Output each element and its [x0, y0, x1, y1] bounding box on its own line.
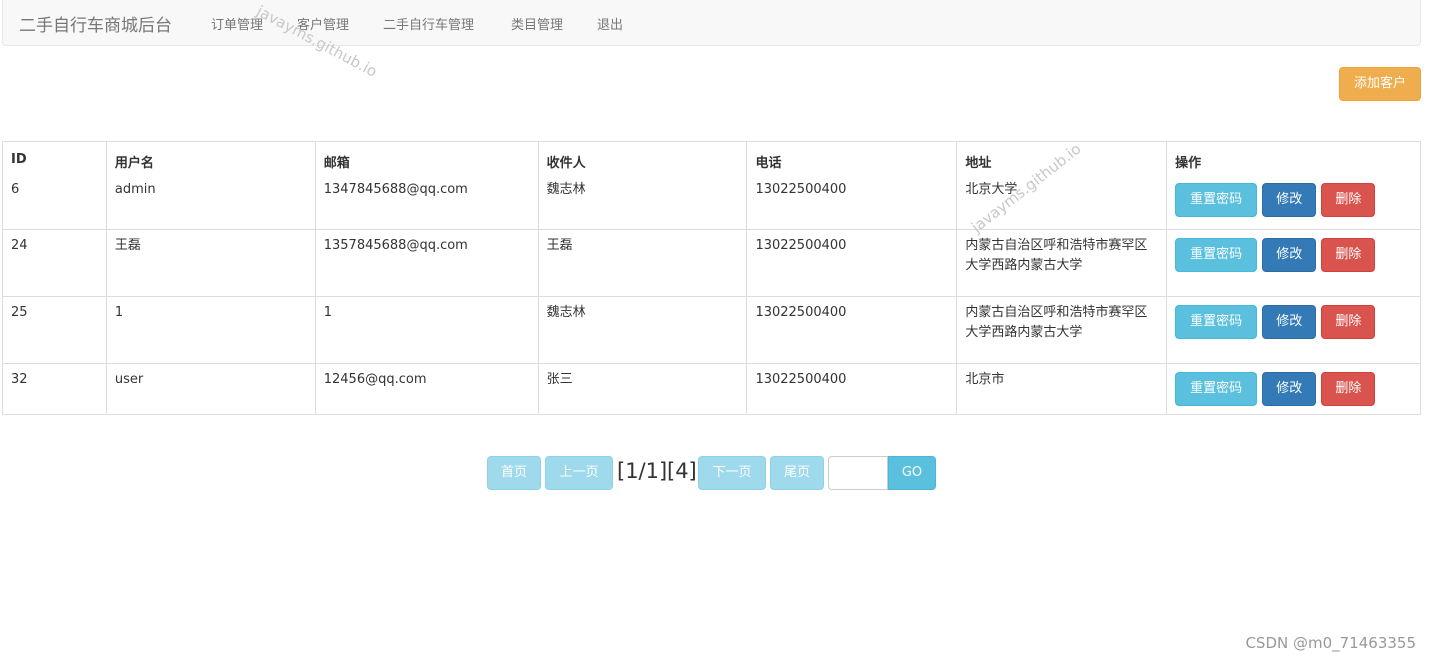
cell-recipient: 张三 [537, 363, 748, 415]
cell-email: 1347845688@qq.com [314, 178, 539, 230]
cell-id: 25 [2, 296, 107, 364]
cell-username: admin [105, 178, 316, 230]
cell-actions: 重置密码 修改 删除 [1166, 229, 1421, 297]
column-header-email: 邮箱 [314, 141, 539, 179]
column-header-address: 地址 [956, 141, 1168, 179]
delete-button[interactable]: 删除 [1321, 372, 1376, 406]
customer-table: ID 用户名 邮箱 收件人 电话 地址 操作 6 admin 134784568… [2, 141, 1421, 415]
reset-password-button[interactable]: 重置密码 [1175, 305, 1258, 339]
cell-phone: 13022500400 [746, 178, 958, 230]
cell-email: 12456@qq.com [314, 363, 539, 415]
nav-orders[interactable]: 订单管理 [211, 14, 263, 33]
cell-recipient: 魏志林 [537, 296, 748, 364]
cell-actions: 重置密码 修改 删除 [1166, 363, 1421, 415]
cell-phone: 13022500400 [746, 363, 958, 415]
reset-password-button[interactable]: 重置密码 [1175, 238, 1258, 272]
column-header-actions: 操作 [1166, 141, 1421, 179]
reset-password-button[interactable]: 重置密码 [1175, 182, 1258, 217]
cell-phone: 13022500400 [746, 229, 958, 297]
edit-button[interactable]: 修改 [1262, 238, 1317, 272]
brand-title[interactable]: 二手自行车商城后台 [19, 11, 172, 36]
delete-button[interactable]: 删除 [1321, 238, 1376, 272]
nav-categories[interactable]: 类目管理 [511, 14, 563, 33]
cell-email: 1 [314, 296, 539, 364]
cell-username: 1 [105, 296, 316, 364]
cell-actions: 重置密码 修改 删除 [1166, 178, 1421, 230]
page-info: [1/1] [617, 459, 668, 483]
prev-page-button[interactable]: 上一页 [545, 456, 613, 490]
delete-button[interactable]: 删除 [1321, 182, 1376, 217]
table-header-row: ID 用户名 邮箱 收件人 电话 地址 操作 [2, 141, 1421, 179]
column-header-phone: 电话 [746, 141, 958, 179]
reset-password-button[interactable]: 重置密码 [1175, 372, 1258, 406]
cell-id: 6 [2, 178, 107, 230]
cell-address: 北京市 [956, 363, 1168, 415]
go-button[interactable]: GO [888, 456, 936, 490]
cell-id: 32 [2, 363, 107, 415]
table-row: 25 1 1 魏志林 13022500400 内蒙古自治区呼和浩特市赛罕区大学西… [2, 296, 1421, 364]
nav-logout[interactable]: 退出 [597, 14, 623, 33]
cell-id: 24 [2, 229, 107, 297]
cell-address: 北京大学 [956, 178, 1168, 230]
page-number-input[interactable] [828, 456, 888, 490]
column-header-username: 用户名 [105, 141, 316, 179]
next-page-button[interactable]: 下一页 [698, 456, 766, 490]
delete-button[interactable]: 删除 [1321, 305, 1376, 339]
total-count: [4] [667, 459, 697, 483]
edit-button[interactable]: 修改 [1262, 182, 1317, 217]
first-page-button[interactable]: 首页 [487, 456, 541, 490]
edit-button[interactable]: 修改 [1262, 305, 1317, 339]
cell-email: 1357845688@qq.com [314, 229, 539, 297]
csdn-credit: CSDN @m0_71463355 [1245, 634, 1416, 652]
cell-recipient: 王磊 [537, 229, 748, 297]
edit-button[interactable]: 修改 [1262, 372, 1317, 406]
last-page-button[interactable]: 尾页 [770, 456, 824, 490]
cell-username: user [105, 363, 316, 415]
table-row: 32 user 12456@qq.com 张三 13022500400 北京市 … [2, 363, 1421, 415]
column-header-id: ID [2, 141, 107, 179]
top-navbar: 二手自行车商城后台 订单管理 客户管理 二手自行车管理 类目管理 退出 [2, 0, 1421, 46]
cell-address: 内蒙古自治区呼和浩特市赛罕区大学西路内蒙古大学 [956, 229, 1168, 297]
nav-bicycles[interactable]: 二手自行车管理 [383, 14, 474, 33]
table-row: 24 王磊 1357845688@qq.com 王磊 13022500400 内… [2, 229, 1421, 297]
table-row: 6 admin 1347845688@qq.com 魏志林 1302250040… [2, 178, 1421, 230]
nav-customers[interactable]: 客户管理 [297, 14, 349, 33]
add-customer-button[interactable]: 添加客户 [1339, 67, 1421, 101]
cell-phone: 13022500400 [746, 296, 958, 364]
cell-actions: 重置密码 修改 删除 [1166, 296, 1421, 364]
column-header-recipient: 收件人 [537, 141, 748, 179]
cell-recipient: 魏志林 [537, 178, 748, 230]
cell-username: 王磊 [105, 229, 316, 297]
cell-address: 内蒙古自治区呼和浩特市赛罕区大学西路内蒙古大学 [956, 296, 1168, 364]
